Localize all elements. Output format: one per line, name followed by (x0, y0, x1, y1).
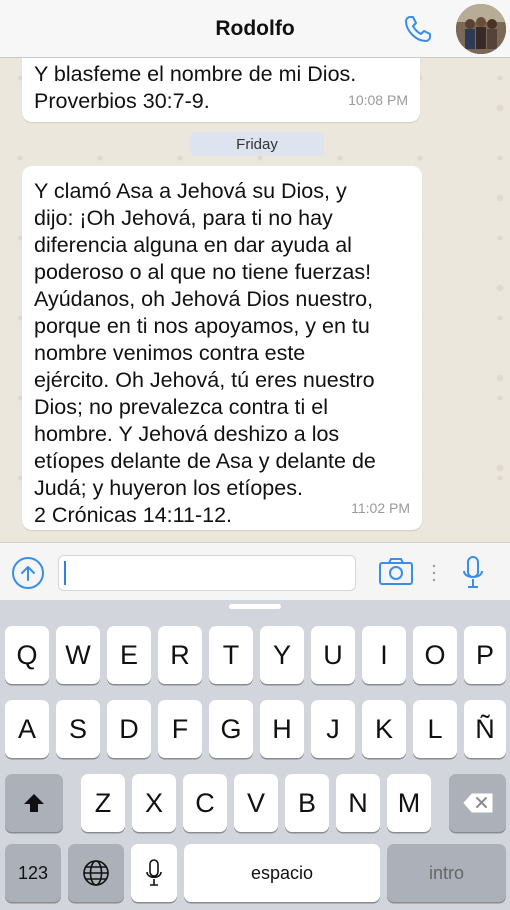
message-line: dijo: ¡Oh Jehová, para ti no hay (34, 206, 333, 230)
key-f[interactable]: F (158, 700, 202, 758)
key-b[interactable]: B (285, 774, 329, 832)
chat-area[interactable]: Y blasfeme el nombre de mi Dios. Proverb… (0, 58, 510, 542)
key-x[interactable]: X (132, 774, 176, 832)
key-l[interactable]: L (413, 700, 457, 758)
key-e[interactable]: E (107, 626, 151, 684)
key-i[interactable]: I (362, 626, 406, 684)
backspace-icon (462, 793, 492, 813)
avatar[interactable] (456, 4, 506, 54)
message-time: 10:08 PM (348, 92, 408, 108)
key-d[interactable]: D (107, 700, 151, 758)
separator-dots-icon (432, 564, 436, 582)
dictation-key[interactable] (131, 844, 177, 902)
call-button[interactable] (400, 12, 436, 46)
message-line: diferencia alguna en dar ayuda al (34, 233, 352, 257)
key-h[interactable]: H (260, 700, 304, 758)
key-z[interactable]: Z (81, 774, 125, 832)
shift-key[interactable] (5, 774, 63, 832)
message-line: poderoso o al que no tiene fuerzas! (34, 260, 372, 284)
message-line: etíopes delante de Asa y delante de (34, 449, 376, 473)
message-line: Y blasfeme el nombre de mi Dios. (34, 62, 357, 86)
message-input[interactable] (58, 555, 356, 591)
message-line: nombre venimos contra este (34, 341, 306, 365)
onscreen-keyboard: Q W E R T Y U I O P A S D F G H J K L Ñ … (0, 600, 510, 910)
message-line: Dios; no prevalezca contra ti el (34, 395, 328, 419)
key-k[interactable]: K (362, 700, 406, 758)
key-r[interactable]: R (158, 626, 202, 684)
camera-button[interactable] (378, 557, 414, 587)
shift-arrow-icon (24, 794, 44, 812)
numbers-key[interactable]: 123 (5, 844, 61, 902)
message-line: ejército. Oh Jehová, tú eres nuestro (34, 368, 375, 392)
key-m[interactable]: M (387, 774, 431, 832)
globe-icon (83, 860, 109, 886)
message-input-bar (0, 542, 510, 600)
backspace-key[interactable] (449, 774, 506, 832)
globe-key[interactable] (68, 844, 124, 902)
key-c[interactable]: C (183, 774, 227, 832)
message-bubble[interactable]: Y clamó Asa a Jehová su Dios, y dijo: ¡O… (22, 166, 422, 530)
key-n-tilde[interactable]: Ñ (464, 700, 506, 758)
microphone-icon (463, 556, 483, 588)
key-u[interactable]: U (311, 626, 355, 684)
message-line: Ayúdanos, oh Jehová Dios nuestro, (34, 287, 374, 311)
message-time: 11:02 PM (351, 500, 410, 516)
voice-record-button[interactable] (462, 555, 484, 591)
keyboard-handle[interactable] (229, 604, 281, 609)
space-key[interactable]: espacio (184, 844, 380, 902)
key-q[interactable]: Q (5, 626, 49, 684)
message-line: hombre. Y Jehová deshizo a los (34, 422, 340, 446)
microphone-icon (146, 859, 162, 886)
arrow-up-icon (21, 566, 35, 581)
key-g[interactable]: G (209, 700, 253, 758)
key-y[interactable]: Y (260, 626, 304, 684)
key-s[interactable]: S (56, 700, 100, 758)
return-key[interactable]: intro (387, 844, 506, 902)
camera-icon (379, 558, 413, 585)
message-bubble[interactable]: Y blasfeme el nombre de mi Dios. Proverb… (22, 58, 420, 122)
key-w[interactable]: W (56, 626, 100, 684)
key-o[interactable]: O (413, 626, 457, 684)
key-t[interactable]: T (209, 626, 253, 684)
message-line: Y clamó Asa a Jehová su Dios, y (34, 179, 347, 203)
day-separator: Friday (190, 132, 324, 156)
text-caret (64, 561, 66, 585)
key-j[interactable]: J (311, 700, 355, 758)
key-v[interactable]: V (234, 774, 278, 832)
avatar-photo (456, 4, 506, 54)
key-n[interactable]: N (336, 774, 380, 832)
chat-header: Rodolfo (0, 0, 510, 58)
phone-icon (405, 16, 431, 42)
key-a[interactable]: A (5, 700, 49, 758)
key-p[interactable]: P (464, 626, 506, 684)
attach-button[interactable] (12, 557, 44, 589)
contact-name[interactable]: Rodolfo (215, 17, 294, 41)
message-line: porque en ti nos apoyamos, y en tu (34, 314, 370, 338)
